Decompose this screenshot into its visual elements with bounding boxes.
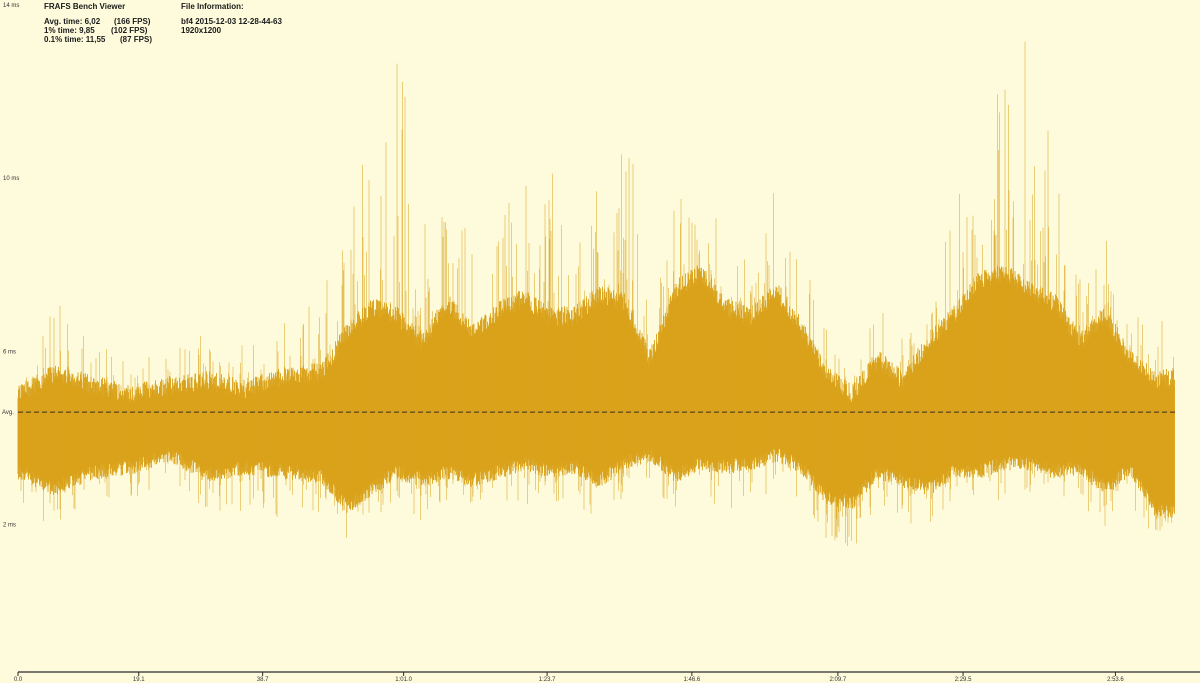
frame-time-chart: Avg. 2 ms 6 ms 10 ms 14 ms 0.0 19.1 38.7 1:01.…	[2, 3, 1200, 683]
x-tick-label: 2:53.6	[1107, 677, 1124, 683]
y-tick-label: 6 ms	[3, 349, 16, 355]
file-resolution: 1920x1200	[181, 26, 222, 35]
x-axis-ticks: 0.0 19.1 38.7 1:01.0 1:23.7 1:46.6 2:09.7 2:29.…	[14, 672, 1124, 683]
x-tick-label: 1:23.7	[539, 677, 556, 683]
header-info: FRAFS Bench Viewer Avg. time: 6,02 (166 …	[0, 0, 282, 96]
stat-avg-time: Avg. time: 6,02	[44, 17, 101, 26]
y-tick-label: 10 ms	[3, 176, 19, 182]
file-name: bf4 2015-12-03 12-28-44-63	[181, 17, 282, 26]
x-tick-label: 2:09.7	[830, 677, 847, 683]
x-tick-label: 1:46.6	[684, 677, 701, 683]
stat-01pct-time: 0.1% time: 11,55	[44, 35, 106, 44]
frame-time-series	[17, 41, 1175, 547]
x-tick-label: 38.7	[257, 677, 269, 683]
y-tick-label: 14 ms	[3, 3, 19, 9]
y-axis-ticks: 2 ms 6 ms 10 ms 14 ms	[3, 3, 19, 529]
x-tick-label: 19.1	[133, 677, 145, 683]
average-label: Avg.	[2, 410, 14, 416]
file-info-title: File Information:	[181, 2, 244, 11]
y-tick-label: 2 ms	[3, 523, 16, 529]
stat-1pct-time: 1% time: 9,85	[44, 26, 95, 35]
app-title: FRAFS Bench Viewer	[44, 2, 126, 11]
stat-01pct-fps: (87 FPS)	[120, 35, 153, 44]
stat-1pct-fps: (102 FPS)	[111, 26, 148, 35]
x-tick-label: 0.0	[14, 677, 23, 683]
x-tick-label: 2:29.5	[955, 677, 972, 683]
x-tick-label: 1:01.0	[395, 677, 412, 683]
stat-avg-fps: (166 FPS)	[114, 17, 151, 26]
